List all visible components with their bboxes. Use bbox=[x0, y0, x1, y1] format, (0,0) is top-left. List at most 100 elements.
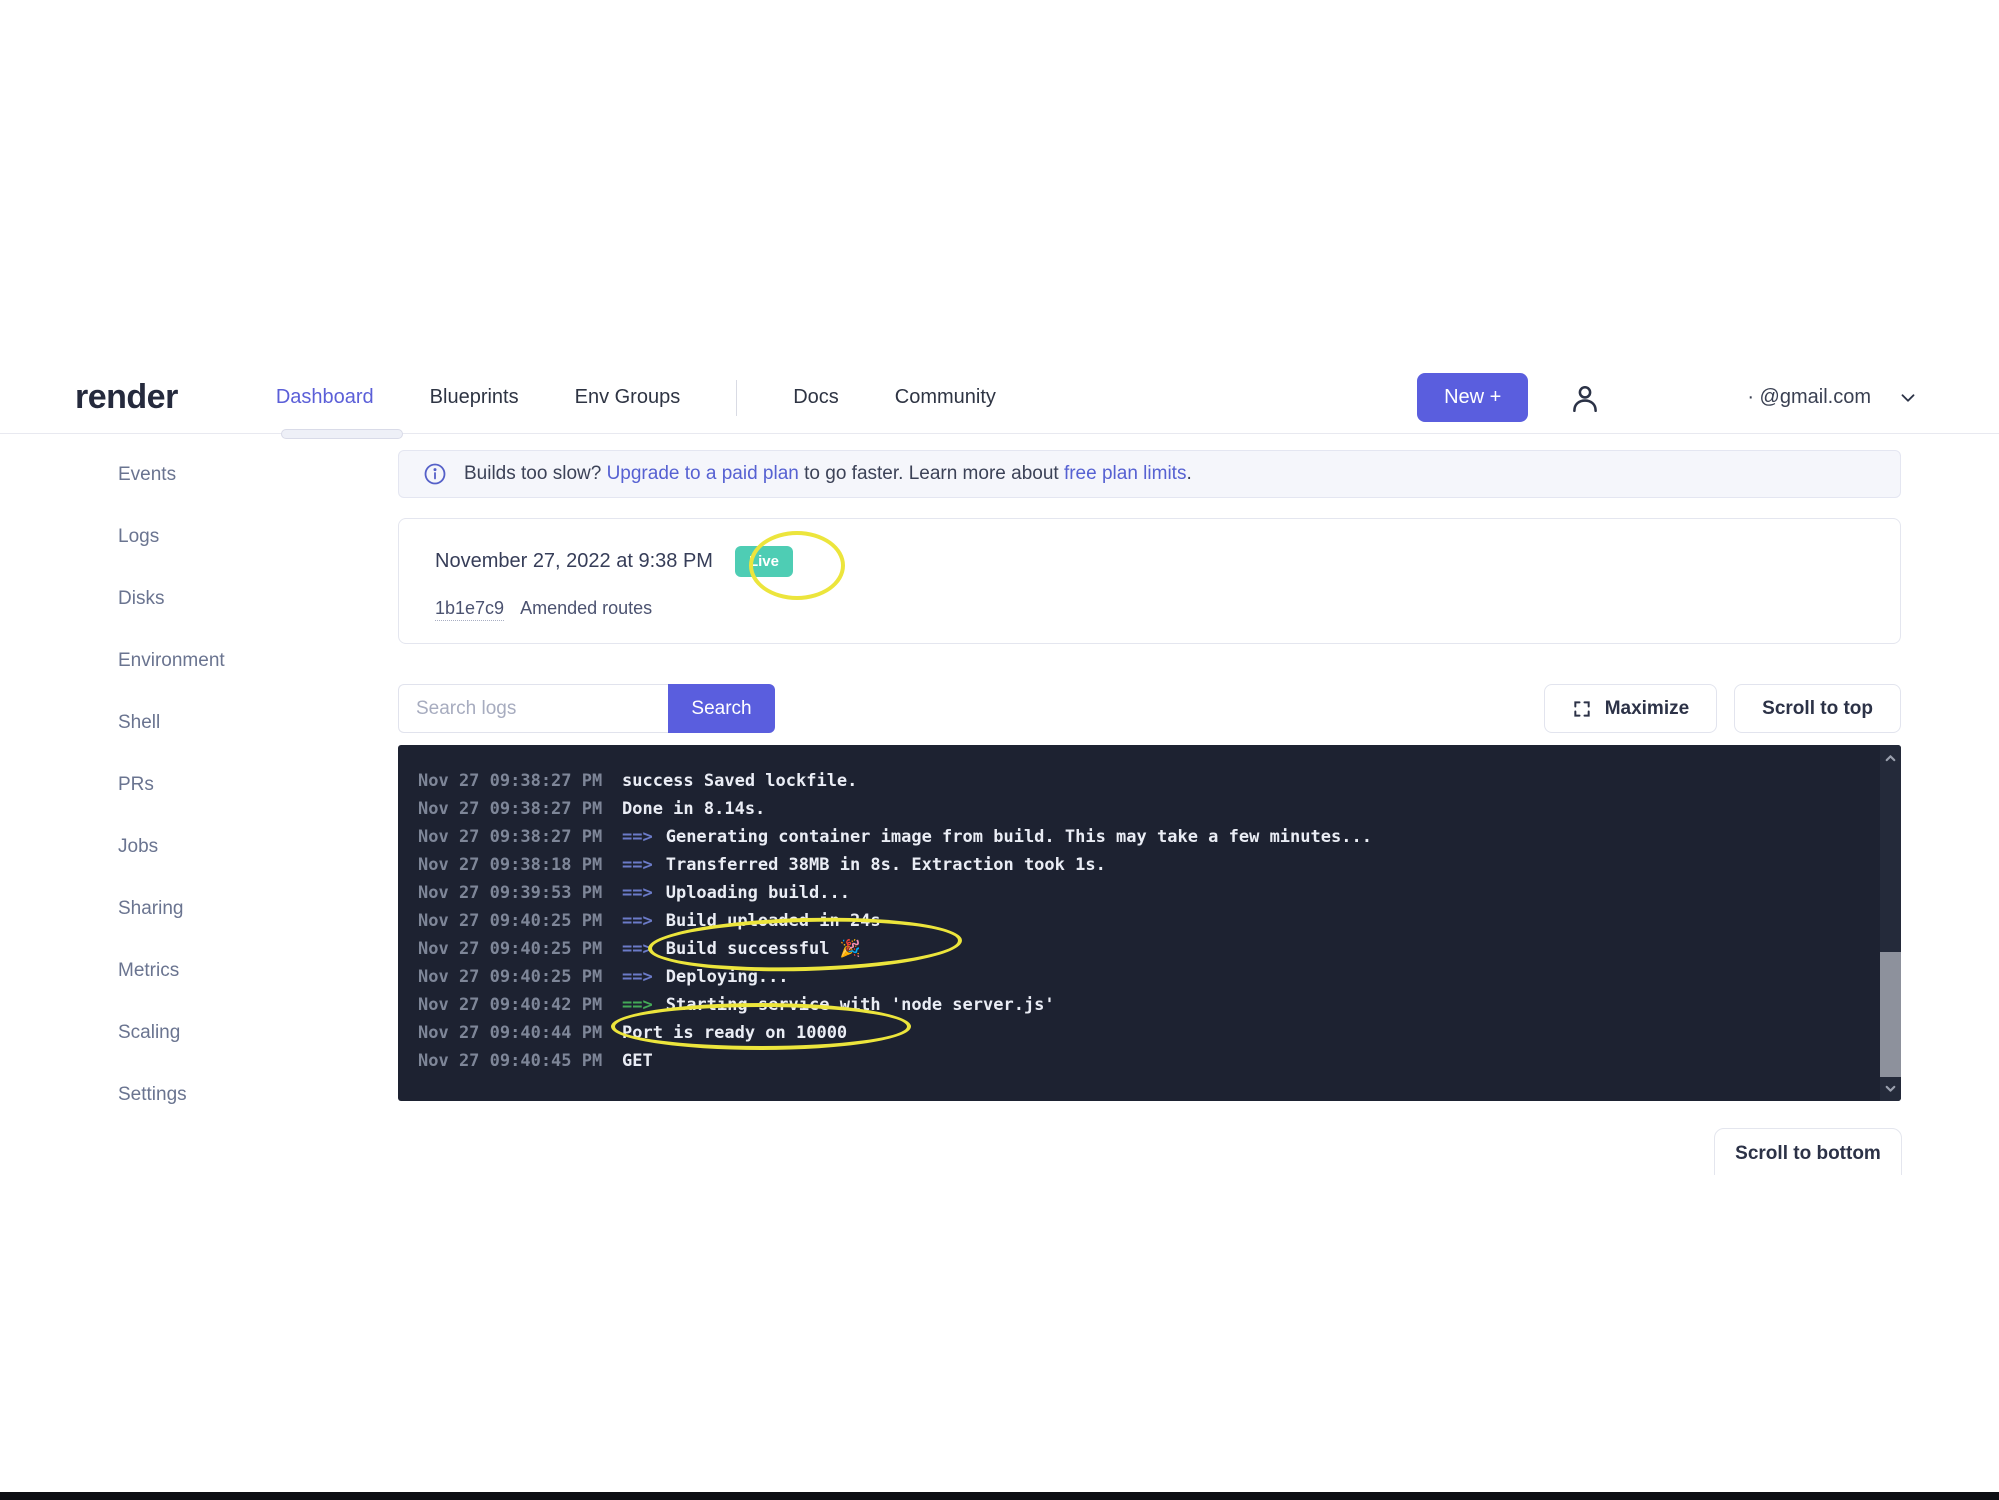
log-message: success Saved lockfile. bbox=[622, 771, 857, 791]
sidebar-item-shell[interactable]: Shell bbox=[0, 692, 398, 754]
terminal-scrollbar[interactable] bbox=[1880, 745, 1901, 1101]
account-email: · @gmail.com bbox=[1747, 386, 1871, 409]
log-toolbar: Search Maximize Scroll to top bbox=[398, 684, 1901, 733]
chevron-down-icon[interactable] bbox=[1897, 387, 1919, 409]
search-logs-input[interactable] bbox=[398, 684, 668, 733]
log-terminal[interactable]: Nov 27 09:38:27 PMsuccess Saved lockfile… bbox=[398, 745, 1901, 1101]
log-arrow: ==> bbox=[622, 967, 653, 987]
log-arrow: ==> bbox=[622, 939, 653, 959]
log-line-build-successful: Nov 27 09:40:25 PM==> Build successful 🎉 bbox=[418, 935, 1861, 963]
log-arrow: ==> bbox=[622, 911, 653, 931]
log-arrow: ==> bbox=[622, 883, 653, 903]
log-toolbar-right: Maximize Scroll to top bbox=[1544, 684, 1901, 733]
sidebar-item-events[interactable]: Events bbox=[0, 444, 398, 506]
commit-hash[interactable]: 1b1e7c9 bbox=[435, 598, 504, 621]
screenshot-bottom-edge bbox=[0, 1492, 1999, 1500]
sidebar-item-settings[interactable]: Settings bbox=[0, 1064, 398, 1126]
log-line-port-ready: Nov 27 09:40:44 PMPort is ready on 10000 bbox=[418, 1019, 1861, 1047]
sidebar-item-sharing[interactable]: Sharing bbox=[0, 878, 398, 940]
search-button[interactable]: Search bbox=[668, 684, 775, 733]
log-message: GET bbox=[622, 1051, 653, 1071]
scrollbar-down-icon[interactable] bbox=[1880, 1077, 1901, 1099]
log-timestamp: Nov 27 09:40:25 PM bbox=[418, 935, 622, 963]
deploy-card: November 27, 2022 at 9:38 PM Live 1b1e7c… bbox=[398, 518, 1901, 644]
log-line: Nov 27 09:38:27 PMsuccess Saved lockfile… bbox=[418, 767, 1861, 795]
top-navbar: render Dashboard Blueprints Env Groups D… bbox=[0, 362, 1999, 434]
log-message: Transferred 38MB in 8s. Extraction took … bbox=[666, 855, 1106, 875]
log-timestamp: Nov 27 09:40:25 PM bbox=[418, 963, 622, 991]
user-avatar-icon[interactable] bbox=[1564, 377, 1606, 419]
scroll-to-bottom-button[interactable]: Scroll to bottom bbox=[1714, 1128, 1902, 1175]
log-arrow: ==> bbox=[622, 827, 653, 847]
nav-tab-blueprints[interactable]: Blueprints bbox=[430, 386, 519, 409]
upgrade-banner: Builds too slow? Upgrade to a paid plan … bbox=[398, 450, 1901, 498]
log-message: Starting service with 'node server.js' bbox=[666, 995, 1055, 1015]
log-line: Nov 27 09:40:25 PM==> Deploying... bbox=[418, 963, 1861, 991]
maximize-button[interactable]: Maximize bbox=[1544, 684, 1717, 733]
banner-text: Builds too slow? Upgrade to a paid plan … bbox=[464, 463, 1192, 485]
nav-divider bbox=[736, 380, 737, 416]
log-arrow: ==> bbox=[622, 855, 653, 875]
log-message: Port is ready on 10000 bbox=[622, 1023, 847, 1043]
banner-suffix: . bbox=[1186, 463, 1191, 484]
account-menu[interactable]: · @gmail.com bbox=[1747, 386, 1919, 409]
live-status-badge: Live bbox=[735, 546, 793, 577]
log-timestamp: Nov 27 09:40:45 PM bbox=[418, 1047, 622, 1075]
main-content: Builds too slow? Upgrade to a paid plan … bbox=[398, 434, 1901, 1334]
log-message: Build successful 🎉 bbox=[666, 939, 861, 959]
log-message: Deploying... bbox=[666, 967, 789, 987]
new-button[interactable]: New + bbox=[1417, 373, 1528, 422]
nav-tab-docs[interactable]: Docs bbox=[793, 386, 839, 409]
log-line: Nov 27 09:40:42 PM==> Starting service wi… bbox=[418, 991, 1861, 1019]
log-timestamp: Nov 27 09:38:27 PM bbox=[418, 795, 622, 823]
nav-right: New + · @gmail.com bbox=[1417, 373, 1919, 422]
log-timestamp: Nov 27 09:40:44 PM bbox=[418, 1019, 622, 1047]
commit-row: 1b1e7c9 Amended routes bbox=[435, 598, 1900, 621]
commit-message: Amended routes bbox=[520, 598, 652, 621]
nav-links: Dashboard Blueprints Env Groups Docs Com… bbox=[276, 380, 996, 416]
banner-middle: to go faster. Learn more about bbox=[799, 463, 1064, 484]
render-logo[interactable]: render bbox=[75, 378, 178, 417]
scrollbar-thumb[interactable] bbox=[1880, 952, 1901, 1077]
log-message: Done in 8.14s. bbox=[622, 799, 765, 819]
deploy-date-row: November 27, 2022 at 9:38 PM Live bbox=[435, 546, 1900, 577]
log-timestamp: Nov 27 09:38:18 PM bbox=[418, 851, 622, 879]
log-message: Uploading build... bbox=[666, 883, 850, 903]
nav-tab-env-groups[interactable]: Env Groups bbox=[575, 386, 681, 409]
log-line: Nov 27 09:38:18 PM==> Transferred 38MB in… bbox=[418, 851, 1861, 879]
log-timestamp: Nov 27 09:38:27 PM bbox=[418, 767, 622, 795]
log-timestamp: Nov 27 09:40:42 PM bbox=[418, 991, 622, 1019]
service-sidebar: Events Logs Disks Environment Shell PRs … bbox=[0, 438, 398, 1126]
nav-tab-dashboard[interactable]: Dashboard bbox=[276, 386, 374, 409]
log-line: Nov 27 09:38:27 PM==> Generating containe… bbox=[418, 823, 1861, 851]
deploy-date: November 27, 2022 at 9:38 PM bbox=[435, 550, 713, 573]
log-line: Nov 27 09:40:25 PM==> Build uploaded in 2… bbox=[418, 907, 1861, 935]
log-message: Build uploaded in 24s bbox=[666, 911, 881, 931]
sidebar-item-prs[interactable]: PRs bbox=[0, 754, 398, 816]
log-message: Generating container image from build. T… bbox=[666, 827, 1372, 847]
scroll-to-top-button[interactable]: Scroll to top bbox=[1734, 684, 1901, 733]
sidebar-item-environment[interactable]: Environment bbox=[0, 630, 398, 692]
upgrade-plan-link[interactable]: Upgrade to a paid plan bbox=[607, 463, 799, 484]
log-line: Nov 27 09:39:53 PM==> Uploading build... bbox=[418, 879, 1861, 907]
banner-prefix: Builds too slow? bbox=[464, 463, 607, 484]
log-timestamp: Nov 27 09:40:25 PM bbox=[418, 907, 622, 935]
info-icon bbox=[423, 462, 447, 486]
page: render Dashboard Blueprints Env Groups D… bbox=[0, 0, 1999, 1500]
log-timestamp: Nov 27 09:38:27 PM bbox=[418, 823, 622, 851]
free-plan-limits-link[interactable]: free plan limits bbox=[1064, 463, 1187, 484]
log-line: Nov 27 09:38:27 PMDone in 8.14s. bbox=[418, 795, 1861, 823]
scroll-to-bottom-wrap: Scroll to bottom bbox=[1714, 1128, 1902, 1175]
log-line: Nov 27 09:40:45 PMGET bbox=[418, 1047, 1861, 1075]
log-timestamp: Nov 27 09:39:53 PM bbox=[418, 879, 622, 907]
sidebar-item-logs[interactable]: Logs bbox=[0, 506, 398, 568]
maximize-label: Maximize bbox=[1605, 698, 1689, 720]
scrollbar-up-icon[interactable] bbox=[1880, 747, 1901, 769]
maximize-icon bbox=[1572, 699, 1592, 719]
sidebar-item-jobs[interactable]: Jobs bbox=[0, 816, 398, 878]
nav-tab-community[interactable]: Community bbox=[895, 386, 996, 409]
sidebar-item-disks[interactable]: Disks bbox=[0, 568, 398, 630]
sidebar-item-scaling[interactable]: Scaling bbox=[0, 1002, 398, 1064]
sidebar-item-metrics[interactable]: Metrics bbox=[0, 940, 398, 1002]
log-arrow: ==> bbox=[622, 995, 653, 1015]
